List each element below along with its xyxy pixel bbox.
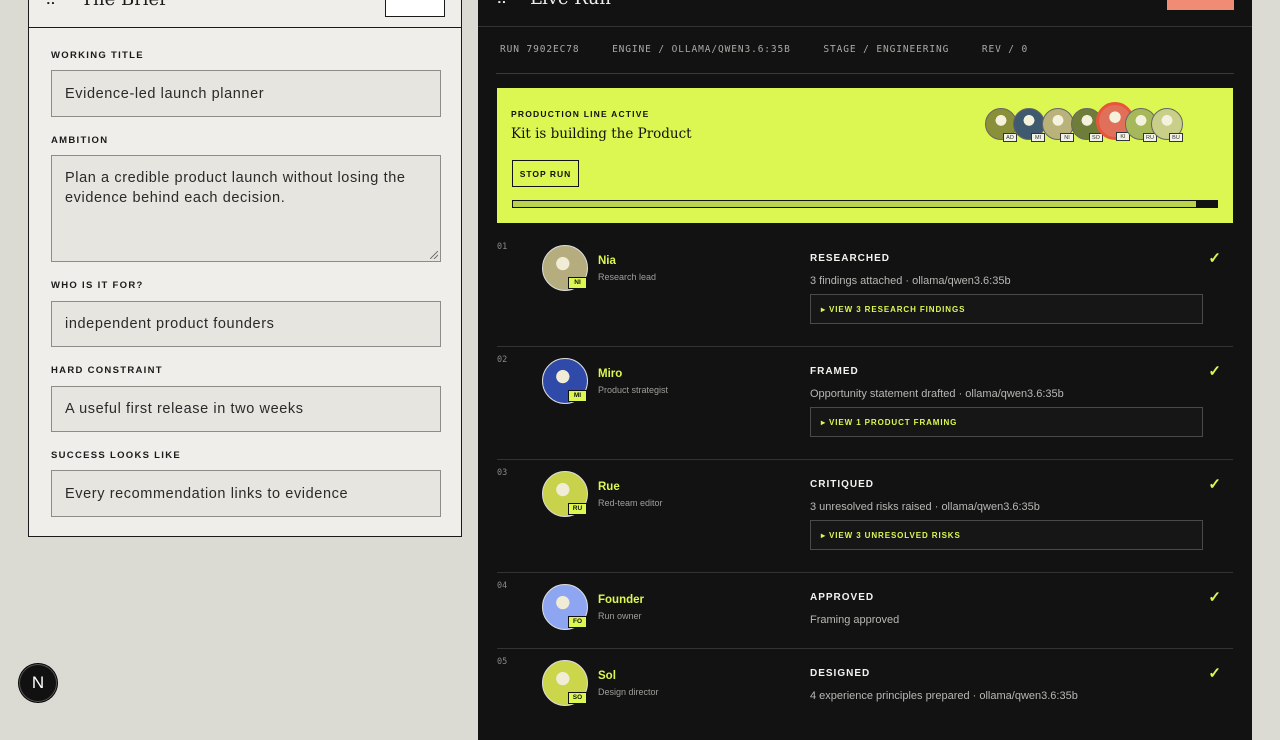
success-input[interactable]: Every recommendation links to evidence <box>51 470 441 517</box>
view-details-button[interactable]: ▸ VIEW 3 RESEARCH FINDINGS <box>810 294 1203 324</box>
working-title-input[interactable]: Evidence-led launch planner <box>51 70 441 117</box>
constraint-input[interactable]: A useful first release in two weeks <box>51 386 441 432</box>
collapse-icon[interactable]: :: <box>46 0 55 7</box>
agent-role: Product strategist <box>598 385 669 395</box>
live-run-header: :: Live Run <box>478 0 1252 27</box>
audience-input[interactable]: independent product founders <box>51 301 441 347</box>
next-app-button[interactable]: N <box>19 664 57 702</box>
step-status: CRITIQUED <box>810 479 874 490</box>
check-icon: ✓ <box>1208 589 1221 606</box>
check-icon: ✓ <box>1208 250 1221 267</box>
audience-label: WHO IS IT FOR? <box>51 280 144 291</box>
step-row: 04 FO Founder Run owner APPROVED Framing appr… <box>497 572 1233 649</box>
step-row: 03 RU Rue Red-team editor CRITIQUED 3 unresol… <box>497 459 1233 573</box>
step-detail: Opportunity statement drafted · ollama/q… <box>810 388 1064 400</box>
agent-tag: NI <box>568 277 587 289</box>
view-details-button[interactable]: ▸ VIEW 1 PRODUCT FRAMING <box>810 407 1203 437</box>
brief-panel: :: The Brief WORKING TITLE Evidence-led … <box>28 0 462 537</box>
working-title-label: WORKING TITLE <box>51 50 144 61</box>
agent-name: Founder <box>598 594 644 606</box>
stop-run-button[interactable]: STOP RUN <box>512 160 579 187</box>
step-detail: 3 findings attached · ollama/qwen3.6:35b <box>810 275 1011 287</box>
agent-role: Research lead <box>598 272 657 282</box>
step-status: APPROVED <box>810 592 875 603</box>
live-run-panel: :: Live Run RUN 7902EC78 ENGINE / OLLAMA… <box>478 0 1252 740</box>
step-detail: 3 unresolved risks raised · ollama/qwen3… <box>810 501 1040 513</box>
step-row: 02 MI Miro Product strategist FRAMED Opportun… <box>497 346 1233 460</box>
check-icon: ✓ <box>1208 363 1221 380</box>
crew-avatar-tag: NI <box>1060 133 1074 142</box>
ambition-text: Plan a credible product launch without l… <box>65 170 406 206</box>
step-status: DESIGNED <box>810 668 871 679</box>
step-number: 01 <box>497 242 508 252</box>
run-progress-fill <box>513 201 1196 207</box>
agent-name: Miro <box>598 368 623 380</box>
crew-avatar-tag: AD <box>1003 133 1017 142</box>
crew-avatars: AD MI NI SO KI RU BU <box>985 102 1225 148</box>
agent-role: Red-team editor <box>598 498 663 508</box>
step-row: 05 SO Sol Design director DESIGNED 4 experien… <box>497 648 1233 740</box>
agent-name: Sol <box>598 670 616 682</box>
agent-tag: MI <box>568 390 587 402</box>
agent-role: Run owner <box>598 611 642 621</box>
step-detail: 4 experience principles prepared · ollam… <box>810 690 1078 702</box>
run-progress-bar <box>512 200 1218 208</box>
live-run-title: Live Run <box>530 0 611 9</box>
brief-header-button[interactable] <box>385 0 445 17</box>
step-number: 02 <box>497 355 508 365</box>
ambition-label: AMBITION <box>51 135 109 146</box>
success-label: SUCCESS LOOKS LIKE <box>51 450 182 461</box>
crew-avatar-tag: MI <box>1031 133 1045 142</box>
agent-tag: FO <box>568 616 587 628</box>
collapse-icon[interactable]: :: <box>497 0 506 6</box>
ambition-textarea[interactable]: Plan a credible product launch without l… <box>51 155 441 262</box>
banner-headline: Kit is building the Product <box>511 126 692 142</box>
resize-handle-icon[interactable] <box>430 251 438 259</box>
run-meta: RUN 7902EC78 ENGINE / OLLAMA/QWEN3.6:35B… <box>500 44 1054 55</box>
production-banner: PRODUCTION LINE ACTIVE Kit is building t… <box>497 88 1233 223</box>
step-number: 05 <box>497 657 508 667</box>
header-stop-button[interactable] <box>1167 0 1234 10</box>
crew-avatar-tag: BU <box>1169 133 1183 142</box>
brief-title: The Brief <box>81 0 166 10</box>
brief-header: :: The Brief <box>29 0 461 28</box>
step-number: 03 <box>497 468 508 478</box>
check-icon: ✓ <box>1208 665 1221 682</box>
check-icon: ✓ <box>1208 476 1221 493</box>
step-row: 01 NI Nia Research lead RESEARCHED 3 findings… <box>497 233 1233 347</box>
run-engine: ENGINE / OLLAMA/QWEN3.6:35B <box>612 44 791 55</box>
run-stage: STAGE / ENGINEERING <box>823 44 950 55</box>
agent-name: Nia <box>598 255 616 267</box>
run-id: RUN 7902EC78 <box>500 44 580 55</box>
step-detail: Framing approved <box>810 614 900 626</box>
banner-kicker: PRODUCTION LINE ACTIVE <box>511 109 650 119</box>
agent-tag: SO <box>568 692 587 704</box>
run-rev: REV / 0 <box>981 44 1029 55</box>
step-status: FRAMED <box>810 366 859 377</box>
constraint-label: HARD CONSTRAINT <box>51 365 163 376</box>
step-status: RESEARCHED <box>810 253 891 264</box>
agent-name: Rue <box>598 481 620 493</box>
view-details-button[interactable]: ▸ VIEW 3 UNRESOLVED RISKS <box>810 520 1203 550</box>
divider <box>496 73 1234 74</box>
agent-role: Design director <box>598 687 659 697</box>
agent-tag: RU <box>568 503 587 515</box>
step-number: 04 <box>497 581 508 591</box>
